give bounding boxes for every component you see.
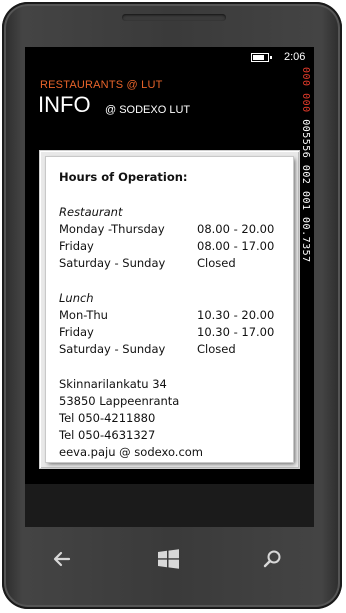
frame-rate-counter-part: 000 (300, 67, 311, 94)
lunch-hours-1: 10.30 - 17.00 (197, 325, 275, 339)
frame-rate-counter-text: 000 000 005556 002 001 00.7357 (300, 67, 311, 263)
restaurant-days-2: Saturday - Sunday (59, 256, 166, 270)
address-city: 53850 Lappeenranta (59, 394, 180, 408)
status-bar: 2:06 (25, 47, 314, 69)
phone-2[interactable]: Tel 050-4631327 (59, 428, 155, 442)
frame-rate-counter-part: 001 (300, 190, 311, 218)
windows-start-icon[interactable] (154, 547, 184, 571)
lunch-hours-2: Closed (197, 342, 236, 356)
restaurant-hours-2: Closed (197, 256, 236, 270)
search-icon[interactable] (258, 547, 288, 571)
speaker-grille (122, 14, 226, 21)
frame-rate-counter-part: 000 (300, 93, 311, 120)
restaurant-days-1: Friday (59, 239, 94, 253)
frame-rate-counter-part: 00.7357 (300, 217, 311, 263)
screen-bottom-area (25, 484, 314, 527)
lunch-days-0: Mon-Thu (59, 308, 108, 322)
status-time: 2:06 (284, 51, 306, 63)
phone-1[interactable]: Tel 050-4211880 (59, 411, 155, 425)
frame-rate-counter-part: 005556 (300, 119, 311, 165)
page-title: INFO (38, 92, 91, 117)
restaurant-hours-0: 08.00 - 20.00 (197, 222, 275, 236)
lunch-days-1: Friday (59, 325, 94, 339)
page-subtitle: @ SODEXO LUT (105, 104, 191, 116)
frame-rate-counter-part: 002 (300, 164, 311, 191)
restaurant-section-title: Restaurant (59, 205, 123, 219)
app-screen: 2:06 RESTAURANTS @ LUT INFO @ SODEXO LUT… (25, 47, 314, 484)
app-name: RESTAURANTS @ LUT (40, 79, 163, 91)
hardware-nav-bar (0, 527, 346, 607)
restaurant-hours-1: 08.00 - 17.00 (197, 239, 275, 253)
battery-charging-icon (251, 53, 272, 62)
back-arrow-icon[interactable] (47, 547, 77, 571)
info-panel: Hours of Operation: Restaurant Monday -T… (39, 150, 300, 469)
info-card: Hours of Operation: Restaurant Monday -T… (46, 157, 293, 462)
lunch-hours-0: 10.30 - 20.00 (197, 308, 275, 322)
address-street: Skinnarilankatu 34 (59, 377, 167, 391)
contact-email[interactable]: eeva.paju @ sodexo.com (59, 445, 203, 459)
lunch-days-2: Saturday - Sunday (59, 342, 166, 356)
restaurant-days-0: Monday -Thursday (59, 222, 165, 236)
hours-heading: Hours of Operation: (59, 170, 188, 184)
lunch-section-title: Lunch (59, 291, 94, 305)
